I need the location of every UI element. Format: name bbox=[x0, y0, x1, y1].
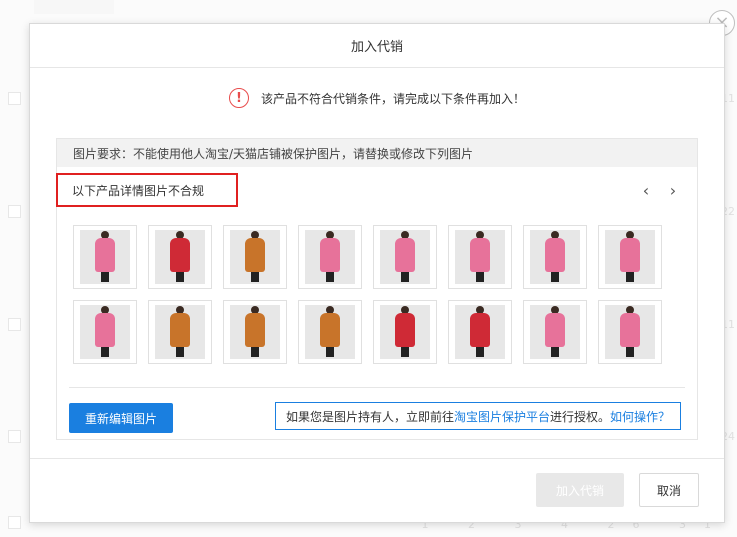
add-consignment-dialog: 加入代销 ! 该产品不符合代销条件，请完成以下条件再加入！ 图片要求：不能使用他… bbox=[29, 23, 725, 523]
product-image-thumbnail[interactable] bbox=[448, 225, 512, 289]
coat-figure bbox=[170, 313, 190, 347]
product-image-thumbnail[interactable] bbox=[148, 225, 212, 289]
product-image-thumbnail[interactable] bbox=[598, 225, 662, 289]
product-image-thumbnail[interactable] bbox=[298, 300, 362, 364]
product-image-thumbnail[interactable] bbox=[523, 300, 587, 364]
product-image-thumbnail[interactable] bbox=[223, 225, 287, 289]
warning-message: ! 该产品不符合代销条件，请完成以下条件再加入！ bbox=[30, 88, 724, 108]
model-legs bbox=[476, 272, 484, 282]
model-legs bbox=[176, 272, 184, 282]
image-thumbnail-grid bbox=[73, 225, 662, 364]
model-legs bbox=[551, 347, 559, 357]
noncompliant-images-label: 以下产品详情图片不合规 bbox=[72, 183, 205, 198]
coat-figure bbox=[395, 238, 415, 272]
model-legs bbox=[551, 272, 559, 282]
requirement-text: 图片要求：不能使用他人淘宝/天猫店铺被保护图片，请替换或修改下列图片 bbox=[73, 146, 474, 161]
model-legs bbox=[251, 272, 259, 282]
model-legs bbox=[101, 347, 109, 357]
coat-figure bbox=[245, 313, 265, 347]
image-protection-platform-link[interactable]: 淘宝图片保护平台 bbox=[454, 408, 550, 425]
product-image-thumbnail[interactable] bbox=[223, 300, 287, 364]
image-requirement-panel: 图片要求：不能使用他人淘宝/天猫店铺被保护图片，请替换或修改下列图片 以下产品详… bbox=[56, 138, 698, 440]
coat-figure bbox=[545, 313, 565, 347]
coat-figure bbox=[470, 238, 490, 272]
product-image-thumbnail[interactable] bbox=[298, 225, 362, 289]
chevron-left-icon: ‹ bbox=[642, 180, 650, 200]
model-legs bbox=[101, 272, 109, 282]
cancel-button[interactable]: 取消 bbox=[639, 473, 699, 507]
coat-figure bbox=[620, 313, 640, 347]
notice-middle: 进行授权。 bbox=[550, 409, 611, 424]
add-consignment-button[interactable]: 加入代销 bbox=[536, 473, 624, 507]
exclamation-circle-icon: ! bbox=[228, 88, 249, 108]
product-image-thumbnail[interactable] bbox=[373, 225, 437, 289]
coat-figure bbox=[95, 238, 115, 272]
coat-figure bbox=[170, 238, 190, 272]
next-page-button[interactable]: › bbox=[664, 180, 682, 200]
coat-figure bbox=[395, 313, 415, 347]
product-image-thumbnail[interactable] bbox=[448, 300, 512, 364]
notice-prefix: 如果您是图片持有人，立即前往 bbox=[286, 409, 455, 424]
coat-figure bbox=[320, 313, 340, 347]
coat-figure bbox=[620, 238, 640, 272]
model-legs bbox=[401, 272, 409, 282]
coat-figure bbox=[470, 313, 490, 347]
prev-page-button[interactable]: ‹ bbox=[637, 180, 655, 200]
warning-text: 该产品不符合代销条件，请完成以下条件再加入！ bbox=[260, 91, 525, 106]
dialog-header: 加入代销 bbox=[30, 24, 724, 68]
panel-divider bbox=[69, 387, 685, 388]
footer-divider bbox=[30, 458, 724, 459]
product-image-thumbnail[interactable] bbox=[598, 300, 662, 364]
product-image-thumbnail[interactable] bbox=[373, 300, 437, 364]
coat-figure bbox=[95, 313, 115, 347]
product-image-thumbnail[interactable] bbox=[73, 300, 137, 364]
product-image-thumbnail[interactable] bbox=[73, 225, 137, 289]
product-image-thumbnail[interactable] bbox=[523, 225, 587, 289]
image-protection-notice: 如果您是图片持有人，立即前往 淘宝图片保护平台 进行授权。 如何操作？ bbox=[275, 402, 681, 430]
requirement-header: 图片要求：不能使用他人淘宝/天猫店铺被保护图片，请替换或修改下列图片 bbox=[57, 139, 697, 167]
coat-figure bbox=[245, 238, 265, 272]
model-legs bbox=[626, 347, 634, 357]
model-legs bbox=[626, 272, 634, 282]
coat-figure bbox=[320, 238, 340, 272]
product-image-thumbnail[interactable] bbox=[148, 300, 212, 364]
dialog-title: 加入代销 bbox=[350, 40, 403, 55]
chevron-right-icon: › bbox=[669, 180, 677, 200]
model-legs bbox=[476, 347, 484, 357]
how-to-link[interactable]: 如何操作？ bbox=[610, 408, 670, 425]
model-legs bbox=[251, 347, 259, 357]
model-legs bbox=[326, 272, 334, 282]
model-legs bbox=[326, 347, 334, 357]
reedit-images-button[interactable]: 重新编辑图片 bbox=[69, 403, 173, 433]
model-legs bbox=[176, 347, 184, 357]
noncompliant-images-title: 以下产品详情图片不合规 bbox=[56, 173, 238, 207]
coat-figure bbox=[545, 238, 565, 272]
model-legs bbox=[401, 347, 409, 357]
